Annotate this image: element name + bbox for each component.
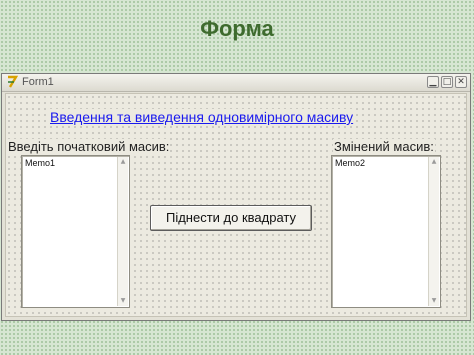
maximize-button[interactable]: □ — [441, 76, 453, 88]
slide-title: Форма — [200, 16, 274, 41]
close-button[interactable]: ✕ — [455, 76, 467, 88]
input-array-label: Введіть початковий масив: — [7, 139, 171, 154]
form-client-area: Введення та виведення одновимірного маси… — [5, 93, 467, 317]
memo2-output[interactable]: Memo2 ▲ ▼ — [331, 155, 441, 308]
form-heading-label: Введення та виведення одновимірного маси… — [48, 109, 356, 125]
memo1-text: Memo1 — [25, 158, 56, 168]
scroll-up-icon[interactable]: ▲ — [429, 157, 439, 167]
scroll-down-icon[interactable]: ▼ — [118, 296, 128, 306]
memo2-text: Memo2 — [335, 158, 366, 168]
square-button[interactable]: Піднести до квадрату — [150, 205, 312, 231]
output-array-label: Змінений масив: — [333, 139, 435, 154]
window-titlebar[interactable]: Form1 ▁ □ ✕ — [2, 74, 470, 92]
scroll-down-icon[interactable]: ▼ — [429, 296, 439, 306]
minimize-button[interactable]: ▁ — [427, 76, 439, 88]
delphi-app-icon — [8, 75, 19, 88]
form-window: Form1 ▁ □ ✕ Введення та виведення однови… — [1, 73, 471, 321]
memo1-input[interactable]: Memo1 ▲ ▼ — [21, 155, 130, 308]
window-title: Form1 — [22, 76, 54, 88]
scroll-up-icon[interactable]: ▲ — [118, 157, 128, 167]
memo1-scrollbar[interactable]: ▲ ▼ — [117, 157, 128, 306]
memo2-scrollbar[interactable]: ▲ ▼ — [428, 157, 439, 306]
